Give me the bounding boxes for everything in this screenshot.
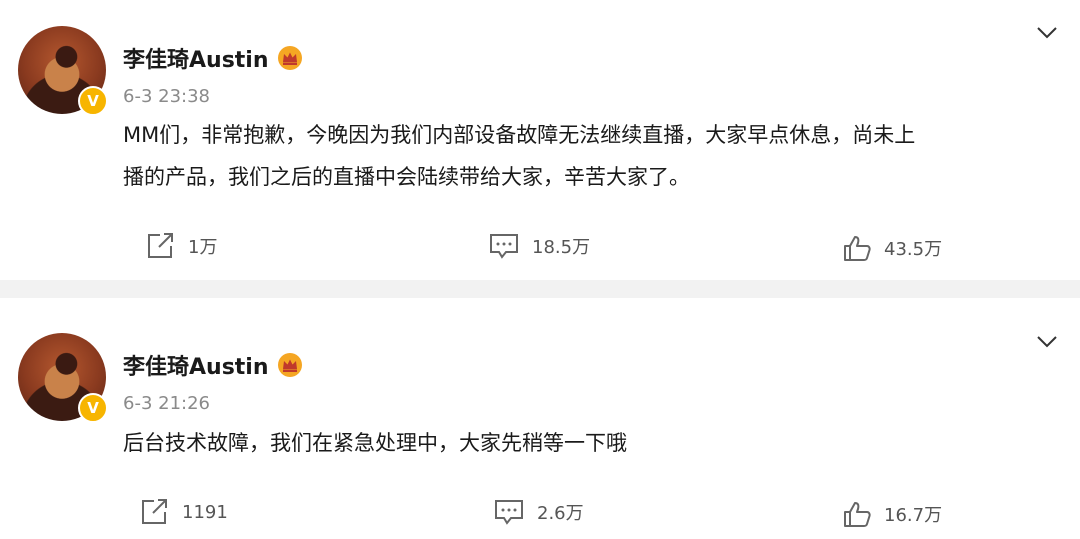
post-content-line: MM们，非常抱歉，今晚因为我们内部设备故障无法继续直播，大家早点休息，尚未上 bbox=[123, 123, 916, 147]
post-content: 后台技术故障，我们在紧急处理中，大家先稍等一下哦 bbox=[123, 422, 1058, 464]
author-name-text: 李佳琦Austin bbox=[123, 355, 269, 380]
weibo-post-2: V 李佳琦Austin 6-3 21:26 后台技术故障，我们在紧急处理中，大家… bbox=[0, 298, 1080, 539]
like-button[interactable]: 16.7万 bbox=[842, 500, 942, 528]
comment-button[interactable]: 2.6万 bbox=[493, 498, 584, 526]
like-button[interactable]: 43.5万 bbox=[842, 234, 942, 262]
comment-icon bbox=[495, 500, 523, 525]
post-divider bbox=[0, 280, 1080, 298]
crown-icon bbox=[277, 353, 302, 377]
verified-badge-icon: V bbox=[78, 86, 108, 116]
repost-icon bbox=[142, 499, 167, 524]
repost-icon bbox=[148, 233, 173, 258]
repost-button[interactable]: 1191 bbox=[140, 498, 228, 526]
author-name[interactable]: 李佳琦Austin bbox=[123, 349, 303, 381]
author-name[interactable]: 李佳琦Austin bbox=[123, 42, 303, 74]
comment-icon bbox=[490, 234, 518, 259]
thumbs-up-icon bbox=[844, 502, 871, 527]
post-time[interactable]: 6-3 23:38 bbox=[123, 86, 210, 107]
comment-count: 18.5万 bbox=[532, 237, 591, 258]
author-name-text: 李佳琦Austin bbox=[123, 48, 269, 73]
comment-count: 2.6万 bbox=[537, 503, 584, 524]
post-time[interactable]: 6-3 21:26 bbox=[123, 393, 210, 414]
like-count: 16.7万 bbox=[884, 505, 943, 526]
crown-icon bbox=[277, 46, 302, 70]
post-content-line: 播的产品，我们之后的直播中会陆续带给大家，辛苦大家了。 bbox=[123, 165, 690, 189]
like-count: 43.5万 bbox=[884, 239, 943, 260]
thumbs-up-icon bbox=[844, 236, 871, 261]
repost-button[interactable]: 1万 bbox=[146, 232, 217, 260]
post-content: MM们，非常抱歉，今晚因为我们内部设备故障无法继续直播，大家早点休息，尚未上 播… bbox=[123, 114, 1058, 198]
comment-button[interactable]: 18.5万 bbox=[488, 232, 590, 260]
weibo-post-1: V 李佳琦Austin 6-3 23:38 MM们，非常抱歉，今晚因为我们内部设… bbox=[0, 0, 1080, 280]
chevron-down-icon[interactable] bbox=[1036, 335, 1058, 349]
verified-badge-icon: V bbox=[78, 393, 108, 423]
repost-count: 1191 bbox=[182, 501, 228, 523]
chevron-down-icon[interactable] bbox=[1036, 26, 1058, 40]
post-content-line: 后台技术故障，我们在紧急处理中，大家先稍等一下哦 bbox=[123, 431, 627, 455]
repost-count: 1万 bbox=[188, 237, 218, 258]
